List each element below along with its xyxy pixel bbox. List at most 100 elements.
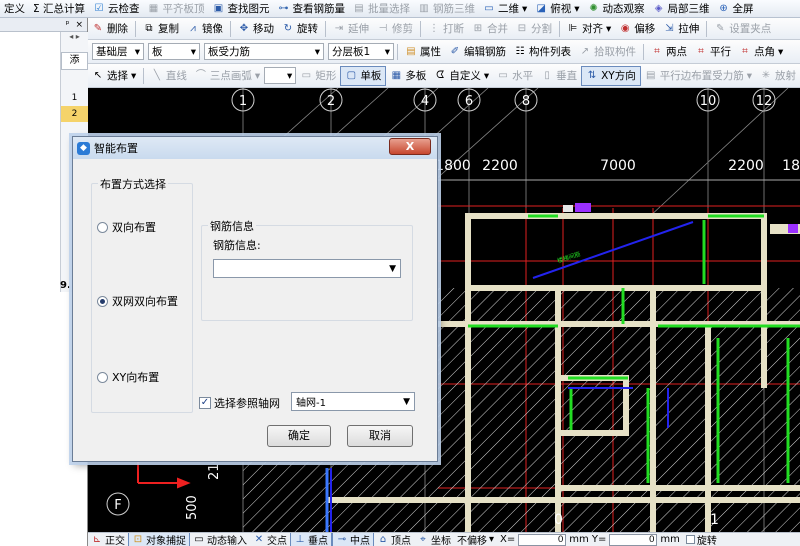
rebar-3d-icon: ▥ (419, 2, 429, 14)
two-point-button[interactable]: ⌗ 两点 (647, 42, 691, 62)
ortho-toggle[interactable]: ⊾ 正交 (88, 533, 128, 546)
dialog-titlebar[interactable]: ◆ 智能布置 X (73, 137, 437, 159)
axis-grid-select[interactable]: 轴网-1 ▼ (291, 392, 415, 411)
set-grip-button[interactable]: ✎ 设置夹点 (710, 19, 775, 39)
offset-mode-select[interactable]: 不偏移 ▾ (454, 533, 497, 546)
radio-bidirectional[interactable]: 双向布置 (97, 219, 156, 235)
checkbox-checked-icon[interactable]: ✓ (199, 397, 211, 409)
dynamic-input-toggle[interactable]: ▭ 动态输入 (190, 533, 250, 546)
radial-button[interactable]: ✳ 放射 (756, 66, 800, 86)
radio-xy[interactable]: XY向布置 (97, 369, 159, 385)
break-button[interactable]: ⋮ 打断 (424, 19, 468, 39)
menu-find-element[interactable]: ▣ 查找图元 (208, 0, 273, 17)
layer-select[interactable]: 基础层 ▾ (92, 43, 144, 60)
multi-slab-button[interactable]: ▦ 多板 (386, 66, 430, 86)
radio-double-mesh[interactable]: 双网双向布置 (97, 293, 178, 309)
trim-button[interactable]: ⊣ 修剪 (373, 19, 417, 39)
menu-cloud-check[interactable]: ☑ 云检查 (89, 0, 144, 17)
snap-intersection[interactable]: ✕ 交点 (250, 533, 290, 546)
vertical-button[interactable]: ▯ 垂直 (537, 66, 581, 86)
rotate-button[interactable]: ↻ 旋转 (278, 19, 322, 39)
radio-button[interactable] (97, 371, 108, 383)
ortho-icon: ⊾ (92, 533, 102, 545)
properties-button[interactable]: ▤ 属性 (401, 42, 445, 62)
copy-icon: ⧉ (145, 22, 153, 34)
object-snap-toggle[interactable]: ⊡ 对象捕捉 (128, 533, 190, 546)
menu-flush-top[interactable]: ▦ 平齐板顶 (143, 0, 208, 17)
snap-coordinate[interactable]: ⌖ 坐标 (414, 533, 454, 546)
dimension-label: 2200 (728, 158, 764, 174)
point-angle-button[interactable]: ⌗ 点角 ▾ (735, 42, 787, 62)
break-icon: ⋮ (429, 22, 439, 34)
rotate-checkbox[interactable]: 旋转 (683, 533, 720, 546)
type-select[interactable]: 板 ▾ (148, 43, 200, 60)
arc-mode-select[interactable]: ▾ (264, 67, 297, 84)
snap-perpendicular[interactable]: ⊥ 垂点 (290, 533, 332, 546)
rectangle-button[interactable]: ▭ 矩形 (296, 66, 340, 86)
row-number-selected[interactable]: 2 (61, 106, 88, 122)
horizontal-button[interactable]: ▭ 水平 (493, 66, 537, 86)
menu-view-rebar[interactable]: ⊶ 查看钢筋量 (273, 0, 349, 17)
chevron-down-icon: ▾ (134, 45, 140, 58)
menu-define[interactable]: 定义 (0, 0, 29, 17)
close-button[interactable]: X (389, 138, 431, 155)
menu-top-view[interactable]: ◪ 俯视 ▾ (531, 0, 583, 17)
component-list-button[interactable]: ☷ 构件列表 (510, 42, 575, 62)
pick-component-button[interactable]: ↗ 拾取构件 (575, 42, 640, 62)
grip-icon: ✎ (716, 22, 725, 34)
sublayer-select[interactable]: 分层板1 ▾ (328, 43, 394, 60)
xy-direction-button[interactable]: ⇅ XY方向 (581, 65, 641, 86)
align-button[interactable]: ⊫ 对齐 ▾ (563, 19, 615, 39)
reference-axis-checkbox[interactable]: ✓ 选择参照轴网 (199, 395, 280, 411)
menu-2d[interactable]: ▭ 二维 ▾ (479, 0, 531, 17)
menu-summary-calc[interactable]: Σ 汇总计算 (29, 0, 89, 17)
menu-local-3d[interactable]: ◈ 局部三维 (649, 0, 714, 17)
extend-icon: ⇥ (334, 22, 344, 34)
single-slab-button[interactable]: ▢ 单板 (340, 65, 387, 86)
close-icon[interactable]: × (75, 20, 83, 30)
ok-button[interactable]: 确定 (267, 425, 331, 447)
rebar-info-select[interactable]: ▼ (213, 259, 401, 278)
x-coordinate-input[interactable] (518, 533, 567, 546)
radio-button-selected[interactable] (97, 295, 108, 307)
y-coordinate-input[interactable] (609, 533, 658, 546)
parallel-edge-button[interactable]: ▤ 平行边布置受力筋 ▾ (641, 66, 756, 86)
horizontal-icon: ▭ (498, 69, 508, 81)
menu-rebar-3d[interactable]: ▥ 钢筋三维 (414, 0, 479, 17)
menu-orbit[interactable]: ✺ 动态观察 (584, 0, 649, 17)
perpendicular-icon: ⊥ (295, 533, 305, 545)
align-icon: ⊫ (568, 22, 578, 34)
row-number[interactable]: 1 (61, 90, 88, 106)
move-button[interactable]: ✥ 移动 (234, 19, 278, 39)
side-tab-add[interactable]: 添 (61, 52, 88, 70)
menu-fullscreen[interactable]: ⊕ 全屏 (714, 0, 758, 17)
checkbox-icon[interactable] (685, 535, 695, 544)
offset-button[interactable]: ◉ 偏移 (615, 19, 659, 39)
copy-button[interactable]: ⧉ 复制 (139, 19, 183, 39)
cursor-icon: ↖ (93, 69, 103, 81)
edit-rebar-button[interactable]: ✐ 编辑钢筋 (445, 42, 510, 62)
menu-batch-select[interactable]: ▤ 批量选择 (349, 0, 414, 17)
delete-button[interactable]: ✎ 删除 (88, 19, 132, 39)
rebar-type-select[interactable]: 板受力筋 ▾ (204, 43, 324, 60)
parallel-button[interactable]: ⌗ 平行 (691, 42, 735, 62)
snap-vertex[interactable]: ⌂ 顶点 (374, 533, 414, 546)
mirror-button[interactable]: ⩘ 镜像 (183, 19, 227, 39)
radio-button[interactable] (97, 221, 108, 233)
merge-button[interactable]: ⊞ 合并 (468, 19, 512, 39)
split-button[interactable]: ⊟ 分割 (512, 19, 556, 39)
left-panel-marker: 9. (60, 280, 71, 291)
multi-slab-icon: ▦ (391, 69, 402, 81)
extend-button[interactable]: ⇥ 延伸 (329, 19, 373, 39)
arc-button[interactable]: ⌒ 三点画弧 ▾ (191, 66, 264, 86)
custom-button[interactable]: ᗧ 自定义 ▾ (430, 66, 493, 86)
snap-midpoint[interactable]: ⊸ 中点 (332, 533, 374, 546)
cancel-button[interactable]: 取消 (347, 425, 413, 447)
select-button[interactable]: ↖ 选择 ▾ (88, 66, 140, 86)
pin-icon[interactable]: ᵖ (66, 20, 70, 30)
nav-arrows[interactable]: ◂ ▸ (61, 32, 88, 44)
dynamic-input-icon: ▭ (194, 533, 204, 545)
stretch-button[interactable]: ⇲ 拉伸 (659, 19, 703, 39)
left-panel-header: ᵖ × (0, 18, 87, 32)
line-button[interactable]: ╲ 直线 (147, 66, 191, 86)
